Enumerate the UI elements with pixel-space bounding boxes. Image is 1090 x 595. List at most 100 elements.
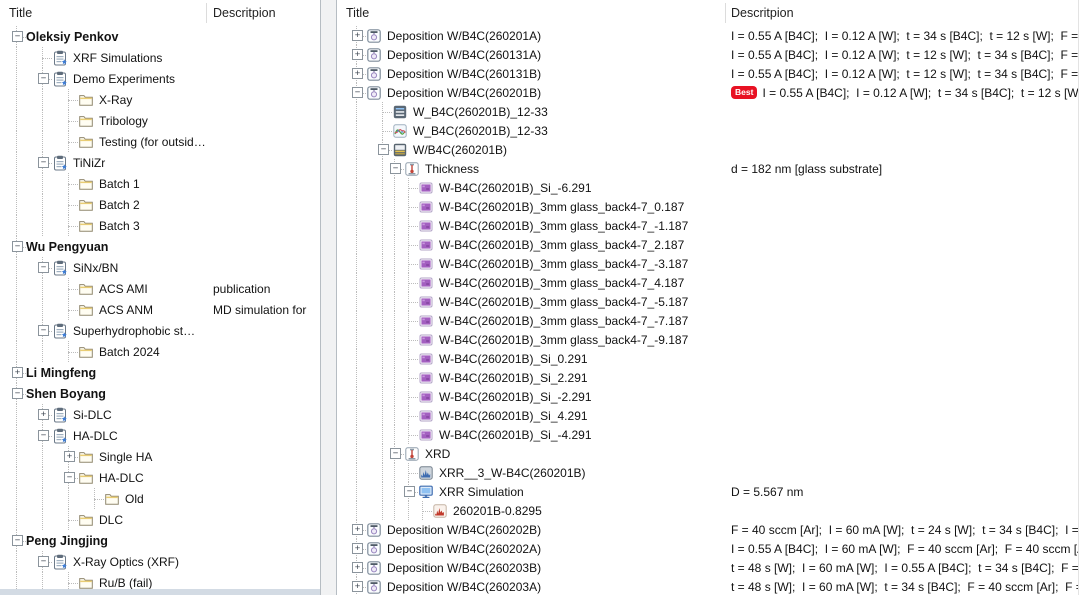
collapse-icon[interactable]: − — [404, 486, 415, 497]
title-column-header[interactable]: Title — [0, 6, 32, 20]
collapse-icon[interactable]: − — [12, 241, 23, 252]
tree-row[interactable]: − HA-DLC — [0, 425, 320, 446]
tree-item-label: XRD — [425, 446, 451, 461]
tree-row[interactable]: ACS AMI publication — [0, 278, 320, 299]
title-column-header[interactable]: Title — [337, 6, 369, 20]
tree-row[interactable]: + Deposition W/B4C(260131B) I = 0.55 A [B4… — [337, 64, 1090, 83]
tree-row[interactable]: Testing (for outsid… — [0, 131, 320, 152]
expand-icon[interactable]: + — [352, 543, 363, 554]
description-text: d = 182 nm [glass substrate] — [731, 161, 883, 176]
description-column-header[interactable]: Descritpion — [213, 6, 276, 20]
tree-row[interactable]: Batch 2024 — [0, 341, 320, 362]
collapse-icon[interactable]: − — [390, 448, 401, 459]
collapse-icon[interactable]: − — [12, 31, 23, 42]
collapse-icon[interactable]: − — [38, 556, 49, 567]
tree-row[interactable]: Batch 2 — [0, 194, 320, 215]
tree-row[interactable]: − XRR Simulation D = 5.567 nm — [337, 482, 1090, 501]
tree-row[interactable]: W-B4C(260201B)_3mm glass_back4-7_2.187 — [337, 235, 1090, 254]
description-cell: t = 48 s [W]; I = 60 mA [W]; I = 0.55 A … — [731, 561, 1090, 575]
tree-row[interactable]: + Li Mingfeng — [0, 362, 320, 383]
tree-item-label: Ru/B (fail) — [99, 575, 153, 590]
expand-icon[interactable]: + — [352, 68, 363, 79]
collapse-icon[interactable]: − — [38, 262, 49, 273]
tree-row[interactable]: − TiNiZr — [0, 152, 320, 173]
collapse-icon[interactable]: − — [12, 535, 23, 546]
tree-row[interactable]: − Oleksiy Penkov — [0, 26, 320, 47]
description-column-header[interactable]: Descritpion — [731, 6, 794, 20]
tree-row[interactable]: − X-Ray Optics (XRF) — [0, 551, 320, 572]
tree-row[interactable]: W_B4C(260201B)_12-33 — [337, 121, 1090, 140]
tree-row[interactable]: W-B4C(260201B)_3mm glass_back4-7_0.187 — [337, 197, 1090, 216]
tree-row[interactable]: − Wu Pengyuan — [0, 236, 320, 257]
tree-row[interactable]: DLC — [0, 509, 320, 530]
collapse-icon[interactable]: − — [12, 388, 23, 399]
tree-row[interactable]: − XRD — [337, 444, 1090, 463]
horizontal-scrollbar[interactable] — [0, 589, 320, 595]
tree-row[interactable]: + Single HA — [0, 446, 320, 467]
tree-row[interactable]: W-B4C(260201B)_3mm glass_back4-7_-5.187 — [337, 292, 1090, 311]
tree-row[interactable]: − Superhydrophobic st… — [0, 320, 320, 341]
collapse-icon[interactable]: − — [378, 144, 389, 155]
tree-row[interactable]: X-Ray — [0, 89, 320, 110]
expand-icon[interactable]: + — [352, 581, 363, 592]
hist-red-icon — [432, 503, 448, 519]
tree-row[interactable]: W-B4C(260201B)_Si_2.291 — [337, 368, 1090, 387]
expand-icon[interactable]: + — [352, 30, 363, 41]
tree-row[interactable]: Batch 3 — [0, 215, 320, 236]
collapse-icon[interactable]: − — [38, 157, 49, 168]
vertical-scrollbar[interactable] — [1078, 0, 1090, 595]
collapse-icon[interactable]: − — [352, 87, 363, 98]
tree-row[interactable]: W-B4C(260201B)_3mm glass_back4-7_-1.187 — [337, 216, 1090, 235]
tree-row[interactable]: + Si-DLC — [0, 404, 320, 425]
tree-row[interactable]: − SiNx/BN — [0, 257, 320, 278]
column-divider[interactable] — [725, 3, 726, 23]
tree-row[interactable]: W-B4C(260201B)_3mm glass_back4-7_-9.187 — [337, 330, 1090, 349]
tree-row[interactable]: − Deposition W/B4C(260201B) Best I = 0.55 A… — [337, 83, 1090, 102]
panel-splitter[interactable] — [321, 0, 336, 595]
expand-icon[interactable]: + — [352, 562, 363, 573]
tree-row[interactable]: + Deposition W/B4C(260201A) I = 0.55 A [B4… — [337, 26, 1090, 45]
tree-row[interactable]: W-B4C(260201B)_3mm glass_back4-7_-3.187 — [337, 254, 1090, 273]
tree-row[interactable]: W_B4C(260201B)_12-33 — [337, 102, 1090, 121]
tree-row[interactable]: Tribology — [0, 110, 320, 131]
tree-row[interactable]: ACS ANM MD simulation for — [0, 299, 320, 320]
tree-row[interactable]: + Deposition W/B4C(260203B) t = 48 s [W]; … — [337, 558, 1090, 577]
expand-icon[interactable]: + — [12, 367, 23, 378]
tree-row[interactable]: + Deposition W/B4C(260202B) F = 40 sccm [A… — [337, 520, 1090, 539]
tree-row[interactable]: Old — [0, 488, 320, 509]
description-cell: I = 0.55 A [B4C]; I = 60 mA [W]; F = 40 … — [731, 542, 1090, 556]
tree-row[interactable]: + Deposition W/B4C(260203A) t = 48 s [W]; … — [337, 577, 1090, 595]
tree-item-label: Deposition W/B4C(260203B) — [387, 560, 542, 575]
tree-row[interactable]: 260201B-0.8295 — [337, 501, 1090, 520]
expand-icon[interactable]: + — [352, 524, 363, 535]
collapse-icon[interactable]: − — [38, 430, 49, 441]
tree-row[interactable]: − Demo Experiments — [0, 68, 320, 89]
collapse-icon[interactable]: − — [38, 325, 49, 336]
tree-row[interactable]: W-B4C(260201B)_Si_-2.291 — [337, 387, 1090, 406]
column-divider[interactable] — [206, 3, 207, 23]
tree-row[interactable]: W-B4C(260201B)_Si_4.291 — [337, 406, 1090, 425]
tree-row[interactable]: + Deposition W/B4C(260202A) I = 0.55 A [B4… — [337, 539, 1090, 558]
tree-row[interactable]: W-B4C(260201B)_Si_0.291 — [337, 349, 1090, 368]
collapse-icon[interactable]: − — [64, 472, 75, 483]
tree-row[interactable]: W-B4C(260201B)_3mm glass_back4-7_-7.187 — [337, 311, 1090, 330]
tree-item-label: Batch 2024 — [99, 344, 160, 359]
collapse-icon[interactable]: − — [38, 73, 49, 84]
expand-icon[interactable]: + — [38, 409, 49, 420]
tree-row[interactable]: − Peng Jingjing — [0, 530, 320, 551]
tree-row[interactable]: − HA-DLC — [0, 467, 320, 488]
expand-icon[interactable]: + — [64, 451, 75, 462]
tree-row[interactable]: W-B4C(260201B)_3mm glass_back4-7_4.187 — [337, 273, 1090, 292]
tree-row[interactable]: W-B4C(260201B)_Si_-6.291 — [337, 178, 1090, 197]
tree-row[interactable]: − W/B4C(260201B) — [337, 140, 1090, 159]
tree-row[interactable]: XRF Simulations — [0, 47, 320, 68]
tree-row[interactable]: + Deposition W/B4C(260131A) I = 0.55 A [B4… — [337, 45, 1090, 64]
tree-row[interactable]: W-B4C(260201B)_Si_-4.291 — [337, 425, 1090, 444]
tree-row[interactable]: Batch 1 — [0, 173, 320, 194]
tree-row[interactable]: − Thickness d = 182 nm [glass substrate] — [337, 159, 1090, 178]
tree-row[interactable]: − Shen Boyang — [0, 383, 320, 404]
tree-row[interactable]: XRR__3_W-B4C(260201B) — [337, 463, 1090, 482]
collapse-icon[interactable]: − — [390, 163, 401, 174]
tree-item-label: XRF Simulations — [73, 50, 163, 65]
expand-icon[interactable]: + — [352, 49, 363, 60]
